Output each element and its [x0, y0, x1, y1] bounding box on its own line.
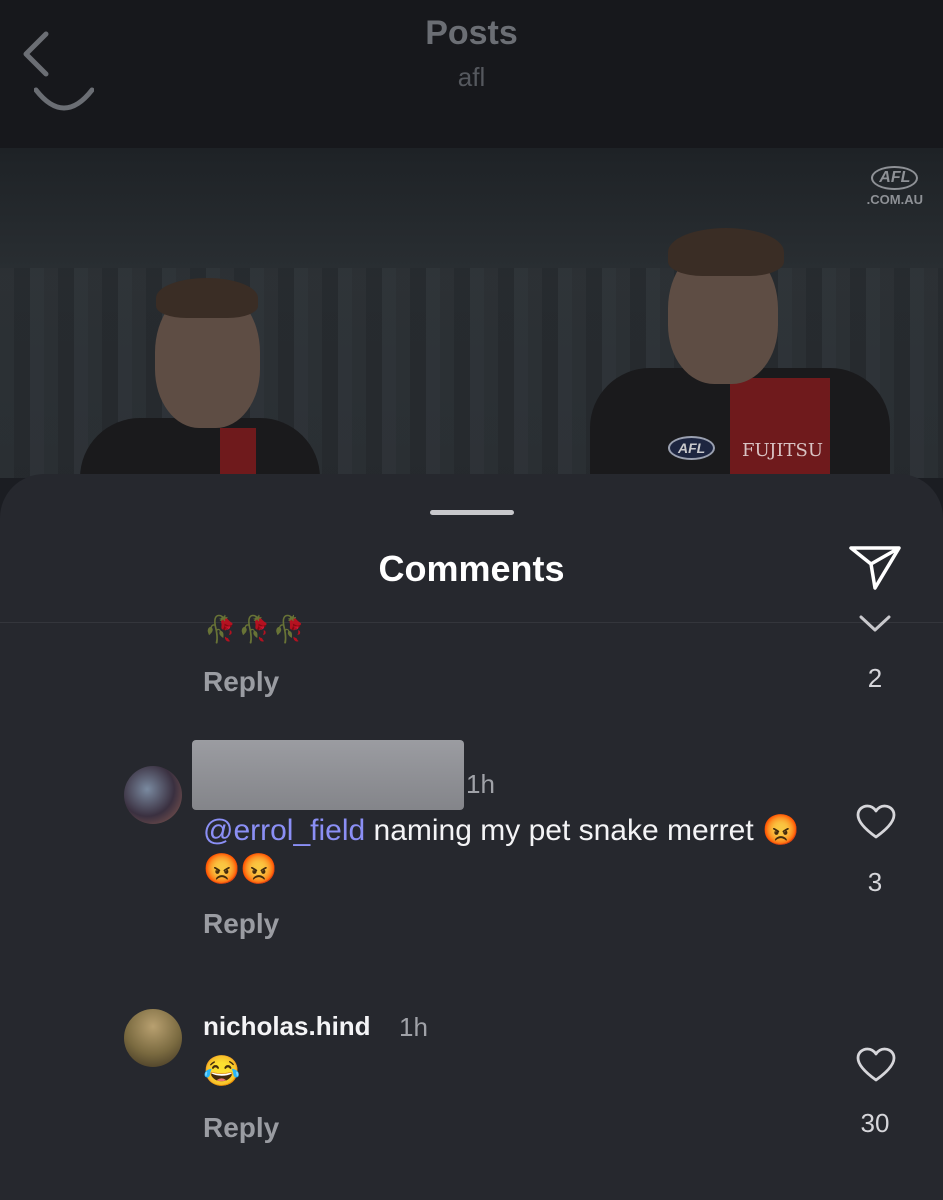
story-ring-arc-icon: [34, 87, 94, 111]
post-image[interactable]: AFL FUJITSU AFL .COM.AU: [0, 148, 943, 478]
header-divider: [0, 622, 943, 623]
comment-time: 1h: [466, 769, 495, 799]
page-subtitle: afl: [457, 62, 486, 92]
heart-icon[interactable]: [856, 1047, 896, 1083]
comment-username[interactable]: nicholas.hind: [203, 1011, 371, 1042]
reply-button[interactable]: Reply: [203, 1112, 279, 1144]
watermark: AFL .COM.AU: [867, 166, 923, 207]
reply-button[interactable]: Reply: [203, 666, 279, 698]
sheet-title: Comments: [378, 548, 565, 589]
comments-sheet: Comments 🥀🥀🥀 Reply 2 1h @errol_field nam…: [0, 474, 943, 1200]
player-left: [60, 278, 330, 478]
like-count: 30: [860, 1108, 890, 1138]
comment-time: 1h: [399, 1012, 428, 1042]
avatar[interactable]: [124, 766, 182, 824]
watermark-logo: AFL: [871, 166, 919, 190]
top-bar: Posts afl: [0, 0, 943, 148]
like-count: 3: [867, 867, 883, 897]
reply-button[interactable]: Reply: [203, 908, 279, 940]
comment-text: 😂: [203, 1055, 241, 1088]
heart-icon[interactable]: [856, 804, 896, 840]
comment-text: 🥀🥀🥀: [204, 614, 308, 644]
jersey-sponsor-text: FUJITSU: [742, 440, 824, 461]
share-paper-plane-icon[interactable]: [848, 544, 902, 592]
watermark-domain: .COM.AU: [866, 192, 923, 207]
mention-link[interactable]: @errol_field: [203, 814, 365, 847]
avatar[interactable]: [124, 1009, 182, 1067]
player-right: [580, 228, 890, 478]
like-count: 2: [867, 663, 883, 693]
sheet-grabber[interactable]: [430, 510, 514, 515]
jersey-afl-logo: AFL: [668, 436, 716, 460]
chevron-down-icon[interactable]: [858, 614, 892, 634]
redacted-username: [192, 740, 464, 810]
page-title: Posts: [425, 14, 518, 52]
comment-text: @errol_field naming my pet snake merret …: [203, 811, 823, 889]
